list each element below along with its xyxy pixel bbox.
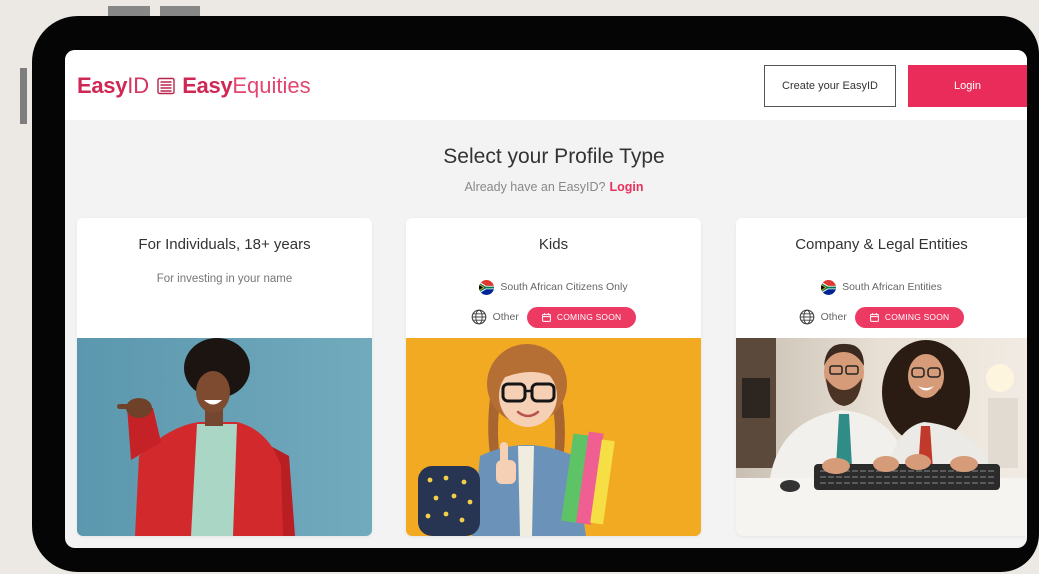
abacus-icon xyxy=(157,77,175,95)
option-row-local: South African Entities xyxy=(736,278,1027,296)
south-africa-flag-icon xyxy=(479,279,495,295)
option-row-local: South African Citizens Only xyxy=(406,278,701,296)
card-title: Kids xyxy=(538,236,569,253)
create-easyid-button[interactable]: Create your EasyID xyxy=(764,65,896,107)
tablet-screen: Easy ID Easy Equities Create your EasyID… xyxy=(65,50,1027,548)
profile-card-company[interactable]: Company & Legal Entities South African E… xyxy=(736,218,1027,536)
card-description: For investing in your name xyxy=(156,273,293,285)
profile-card-kids[interactable]: Kids South African Citizens Only Other C… xyxy=(406,218,701,536)
badge-label: COMING SOON xyxy=(884,312,950,322)
login-button[interactable]: Login xyxy=(908,65,1027,107)
globe-icon xyxy=(471,309,487,325)
page-title: Select your Profile Type xyxy=(443,145,665,168)
brand-logo[interactable]: Easy ID Easy Equities xyxy=(77,73,311,99)
option-label: Other xyxy=(492,311,519,323)
card-photo xyxy=(406,338,701,536)
profile-card-individuals[interactable]: For Individuals, 18+ years For investing… xyxy=(77,218,372,536)
coming-soon-badge: COMING SOON xyxy=(526,306,637,328)
calendar-icon xyxy=(869,312,879,322)
kids-photo xyxy=(406,338,701,536)
option-row-other: Other COMING SOON xyxy=(736,306,1027,328)
calendar-icon xyxy=(541,312,551,322)
option-row-other: Other COMING SOON xyxy=(406,306,701,328)
south-africa-flag-icon xyxy=(821,279,837,295)
background-bar xyxy=(20,68,27,124)
logo-easyid-light: ID xyxy=(127,73,150,98)
tablet-frame: Easy ID Easy Equities Create your EasyID… xyxy=(32,16,1039,572)
card-title: Company & Legal Entities xyxy=(795,236,968,253)
card-photo xyxy=(736,338,1027,536)
logo-easyid-bold: Easy xyxy=(77,73,128,98)
subtitle-text: Already have an EasyID? xyxy=(464,180,606,194)
logo-easyequities-light: Equities xyxy=(232,73,311,98)
card-photo xyxy=(77,338,372,536)
coming-soon-badge: COMING SOON xyxy=(854,306,965,328)
company-photo xyxy=(736,338,1027,536)
option-label: South African Entities xyxy=(842,281,942,293)
globe-icon xyxy=(799,309,815,325)
option-label: South African Citizens Only xyxy=(500,281,628,293)
top-header: Easy ID Easy Equities Create your EasyID… xyxy=(65,50,1027,120)
page-subtitle: Already have an EasyID? Login xyxy=(65,179,1027,195)
option-label: Other xyxy=(820,311,847,323)
card-title: For Individuals, 18+ years xyxy=(138,236,311,253)
logo-easyequities-bold: Easy xyxy=(182,73,233,98)
individual-photo xyxy=(77,338,372,536)
badge-label: COMING SOON xyxy=(556,312,622,322)
subtitle-login-link[interactable]: Login xyxy=(610,180,644,194)
